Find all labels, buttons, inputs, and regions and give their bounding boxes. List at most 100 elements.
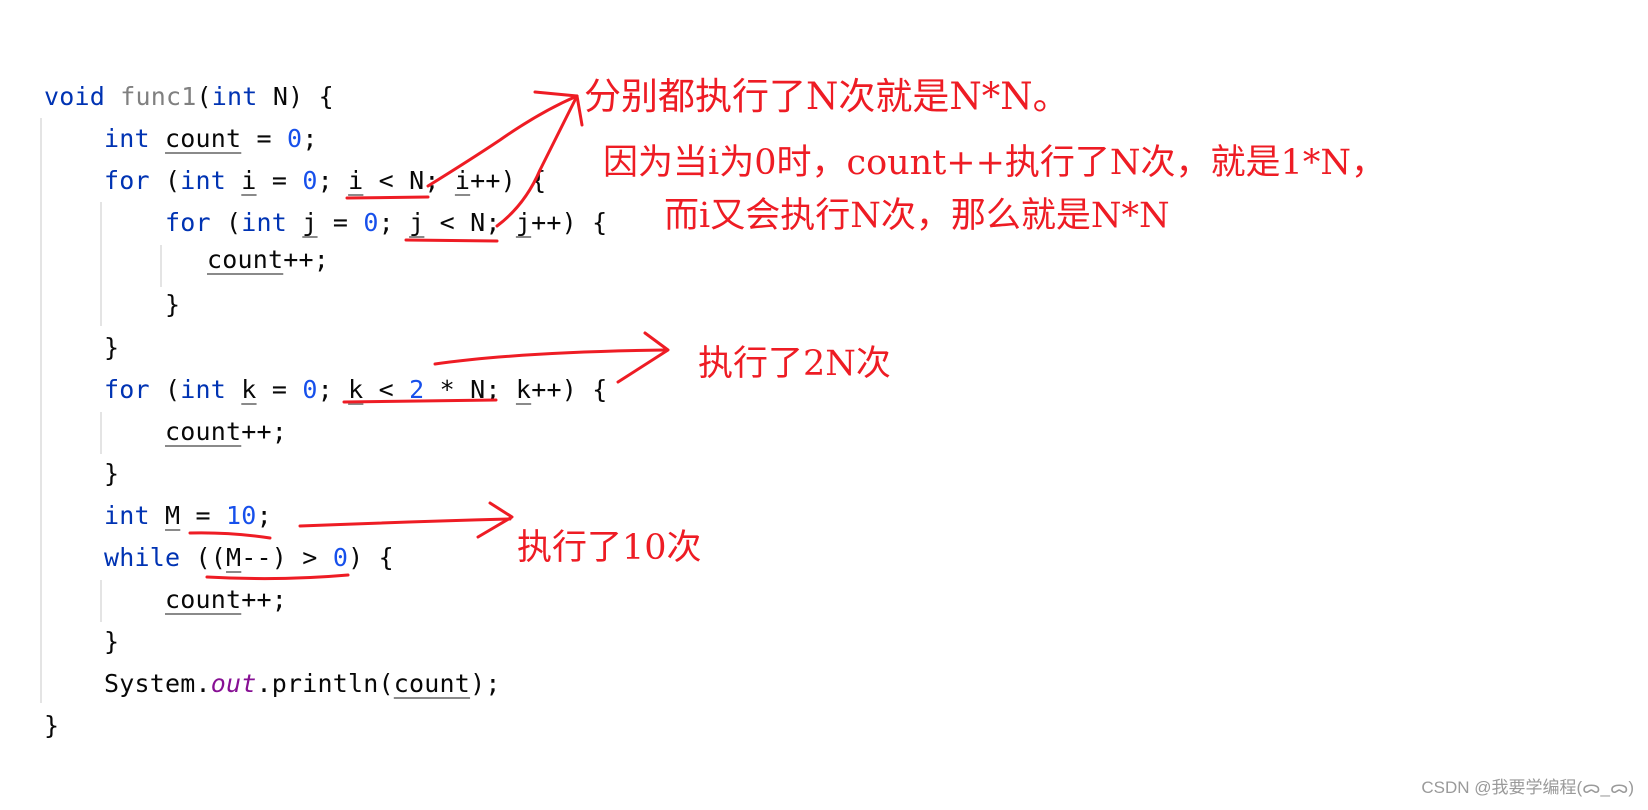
code-text: ; [317, 166, 349, 195]
code-keyword: void [44, 82, 121, 111]
code-text: ++; [241, 585, 288, 614]
code-keyword: for [104, 375, 166, 404]
code-text: (( [195, 543, 227, 572]
code-text: = [241, 124, 288, 153]
code-static-field: out [210, 669, 257, 698]
watermark: CSDN @我要学编程(ᯅ_ᯅ) [1421, 778, 1634, 797]
code-text: ; [378, 208, 410, 237]
code-text: ( [165, 166, 181, 195]
code-keyword: int [180, 166, 242, 195]
code-keyword: for [104, 166, 166, 195]
code-text: } [165, 290, 181, 319]
code-text: --) > [241, 543, 333, 572]
code-text: N) { [257, 82, 334, 111]
code-keyword: while [104, 543, 196, 572]
annotation-10: 执行了10次 [517, 528, 702, 568]
code-text: < N; [424, 208, 516, 237]
code-text: } [104, 333, 120, 362]
code-text: ++; [283, 245, 330, 274]
code-text: ; [302, 124, 318, 153]
code-line: } [104, 459, 119, 488]
code-keyword: int [104, 501, 166, 530]
code-line: } [165, 290, 180, 319]
code-number: 0 [302, 166, 318, 195]
code-line: System.out.println(count); [104, 669, 501, 698]
code-variable: count [165, 124, 242, 153]
code-keyword: int [211, 82, 258, 111]
code-line: count++; [165, 585, 287, 614]
code-line: int M = 10; [104, 501, 272, 530]
code-text: ( [196, 82, 212, 111]
code-text: = [180, 501, 227, 530]
code-text: < [363, 375, 410, 404]
code-text: ) { [348, 543, 394, 572]
code-line: void func1(int N) { [44, 82, 334, 111]
code-text: ++) { [531, 208, 608, 237]
code-text: ++) { [470, 166, 547, 195]
indent-guide [100, 412, 102, 454]
code-editor: void func1(int N) { int count = 0; for (… [0, 0, 1648, 810]
code-line: while ((M--) > 0) { [104, 543, 394, 572]
code-function-name: func1 [120, 82, 197, 111]
code-text: ); [470, 669, 501, 698]
code-text: ; [256, 501, 272, 530]
code-text: < N; [363, 166, 455, 195]
annotation-nested-title: 分别都执行了N次就是N*N。 [584, 75, 1070, 118]
code-text: = [256, 166, 303, 195]
code-line: for (int i = 0; i < N; i++) { [104, 166, 546, 195]
code-line: count++; [207, 245, 329, 274]
code-line: } [44, 711, 59, 740]
code-variable: i [241, 166, 257, 195]
code-number: 10 [226, 501, 257, 530]
annotation-2n: 执行了2N次 [698, 344, 891, 384]
indent-guide [100, 202, 102, 326]
annotation-nested-line2: 而i又会执行N次，那么就是N*N [664, 196, 1170, 236]
code-keyword: int [104, 124, 166, 153]
code-keyword: int [241, 208, 303, 237]
code-number: 0 [287, 124, 303, 153]
code-text: ++) { [531, 375, 608, 404]
indent-guide [160, 245, 162, 287]
code-variable: k [241, 375, 257, 404]
code-line: for (int k = 0; k < 2 * N; k++) { [104, 375, 607, 404]
code-text: = [256, 375, 303, 404]
indent-guide [40, 118, 42, 703]
code-number: 0 [363, 208, 379, 237]
code-text: } [104, 459, 120, 488]
code-line: } [104, 333, 119, 362]
code-number: 0 [332, 543, 349, 572]
code-text: ++; [241, 417, 288, 446]
code-variable: j [302, 208, 318, 237]
code-line: for (int j = 0; j < N; j++) { [165, 208, 607, 237]
code-variable: i [454, 166, 471, 195]
code-line: int count = 0; [104, 124, 318, 153]
code-line: } [104, 627, 119, 656]
code-variable: M [165, 501, 181, 530]
code-variable: j [515, 208, 532, 237]
code-text: System. [104, 669, 211, 698]
code-variable: k [348, 375, 364, 404]
code-text: ; [317, 375, 349, 404]
code-variable: count [393, 669, 471, 698]
code-text: ( [226, 208, 242, 237]
code-text: = [317, 208, 364, 237]
code-text: * N; [424, 375, 516, 404]
code-keyword: for [165, 208, 227, 237]
code-variable: j [409, 208, 425, 237]
code-variable: M [226, 543, 242, 572]
code-variable: count [165, 585, 242, 614]
code-variable: count [207, 245, 284, 274]
code-text: } [104, 627, 120, 656]
code-text: ( [165, 375, 181, 404]
code-variable: i [348, 166, 364, 195]
code-variable: k [515, 375, 532, 404]
annotation-nested-line1: 因为当i为0时，count++执行了N次，就是1*N， [603, 143, 1386, 183]
code-keyword: int [180, 375, 242, 404]
code-text: } [44, 711, 60, 740]
code-line: count++; [165, 417, 287, 446]
code-text: .println( [256, 669, 394, 698]
code-number: 0 [302, 375, 318, 404]
code-number: 2 [409, 375, 425, 404]
indent-guide [100, 580, 102, 622]
code-variable: count [165, 417, 242, 446]
